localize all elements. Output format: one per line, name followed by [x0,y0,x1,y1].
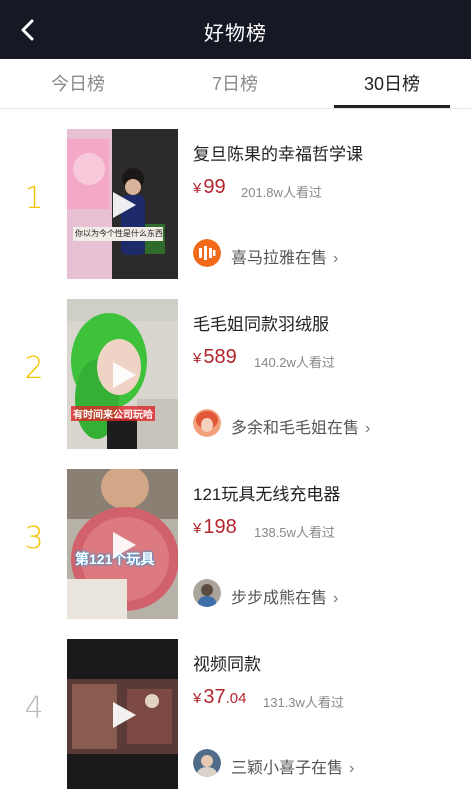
tab-bar: 今日榜 7日榜 30日榜 [0,59,471,109]
list-item[interactable]: 1 你以为今个性是什么东西？ 复旦陈果的幸福哲学课 ¥99 201.8w人看过 … [0,129,471,299]
rank-number: 4 [24,691,44,726]
top-bar: 好物榜 [0,0,471,59]
rank-number: 2 [24,351,44,386]
seller-link[interactable]: 三颖小喜子在售 › [231,754,354,778]
view-count: 131.3w人看过 [263,695,344,710]
seller-avatar [193,579,221,607]
list-item[interactable]: 2 有时间来公司玩哈 毛毛姐同款羽绒服 ¥589 140.2w人看过 多余和毛毛… [0,299,471,469]
product-price: ¥198 [193,516,237,538]
chevron-right-icon: › [365,420,371,437]
seller-link[interactable]: 喜马拉雅在售 › [231,244,338,268]
video-thumbnail[interactable]: 第121个玩具 [67,469,178,619]
play-icon [113,192,136,218]
product-name: 121玩具无线充电器 [193,485,341,504]
chevron-right-icon: › [333,250,339,267]
product-name: 复旦陈果的幸福哲学课 [193,145,363,164]
seller-link[interactable]: 多余和毛毛姐在售 › [231,414,370,438]
chevron-right-icon: › [349,760,355,777]
product-name: 视频同款 [193,655,261,674]
product-price: ¥37.04 [193,686,247,708]
video-thumbnail[interactable]: 有时间来公司玩哈 [67,299,178,449]
list-item[interactable]: 3 第121个玩具 121玩具无线充电器 ¥198 138.5w人看过 步步成熊… [0,469,471,639]
video-thumbnail[interactable]: 你以为今个性是什么东西？ [67,129,178,279]
view-count: 140.2w人看过 [254,355,335,370]
thumbnail-caption: 有时间来公司玩哈 [71,406,155,421]
rank-number: 3 [24,521,44,556]
play-icon [113,532,136,558]
list-item[interactable]: 4 视频同款 ¥37.04 131.3w人看过 三颖小喜子在售 › [0,639,471,793]
product-price: ¥589 [193,346,237,368]
video-thumbnail[interactable] [67,639,178,789]
product-price: ¥99 [193,176,226,198]
seller-avatar [193,749,221,777]
rank-number: 1 [24,181,44,216]
view-count: 201.8w人看过 [241,185,322,200]
seller-avatar [193,409,221,437]
chevron-right-icon: › [333,590,339,607]
seller-link[interactable]: 步步成熊在售 › [231,584,338,608]
ximalaya-logo-icon [193,239,221,267]
play-icon [113,702,136,728]
thumbnail-caption: 你以为今个性是什么东西？ [75,229,171,238]
play-icon [113,362,136,388]
active-tab-indicator [334,105,450,108]
tab-today[interactable]: 今日榜 [20,59,136,108]
tab-30-days[interactable]: 30日榜 [334,59,450,108]
product-name: 毛毛姐同款羽绒服 [193,315,329,334]
page-title: 好物榜 [204,23,267,45]
tab-7-days[interactable]: 7日榜 [177,59,293,108]
view-count: 138.5w人看过 [254,525,335,540]
